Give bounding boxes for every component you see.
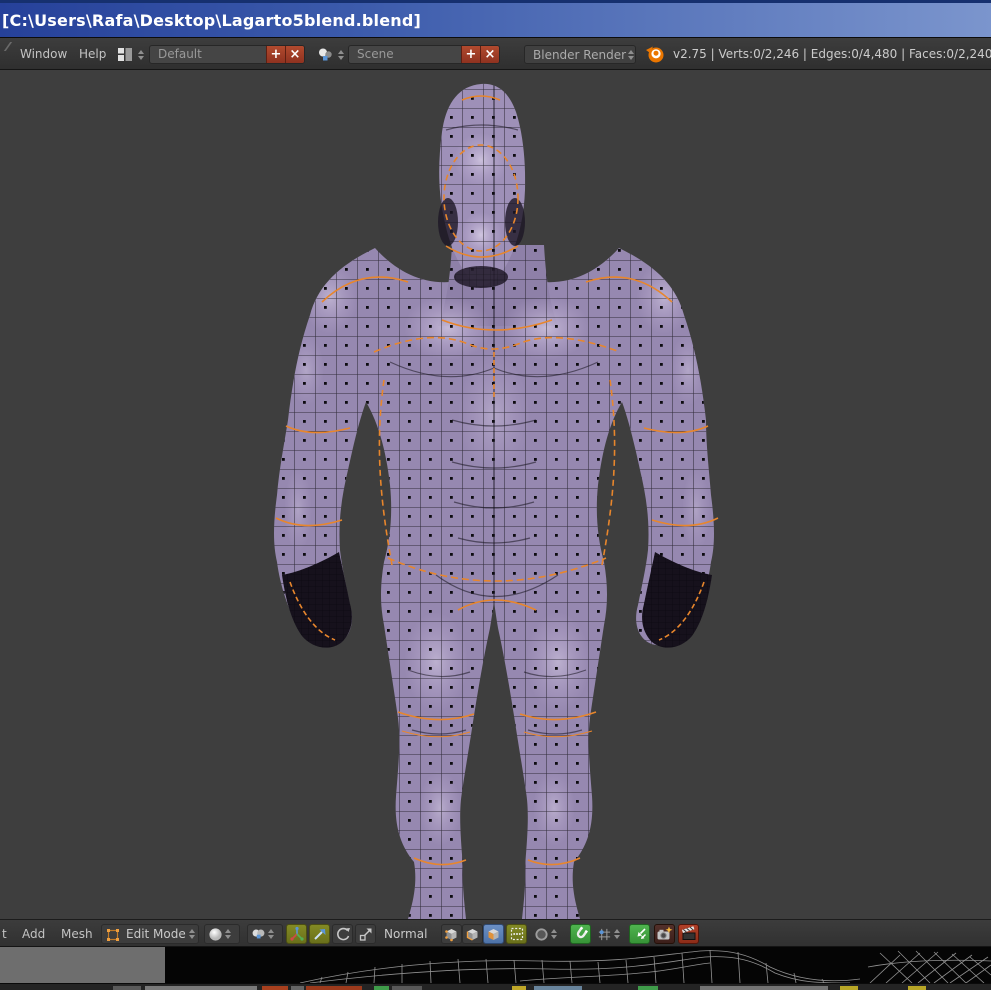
mode-select[interactable]: Edit Mode: [101, 924, 199, 944]
pivot-point-select[interactable]: [247, 924, 283, 944]
magnet-icon: [573, 926, 589, 942]
mesh-wireframe: [250, 70, 740, 919]
shading-select-arrows: [225, 929, 231, 939]
scale-manipulator-button[interactable]: [355, 924, 376, 944]
info-header: Window Help Default + × Scene +: [0, 38, 991, 70]
mode-select-arrows: [189, 929, 195, 939]
scale-icon: [358, 926, 374, 942]
blender-logo: [644, 44, 666, 68]
limit-selection-visible-icon: [509, 926, 525, 942]
opengl-render-button[interactable]: [654, 924, 675, 944]
viewport-3d[interactable]: [0, 70, 991, 919]
layout-name-value: Default: [150, 46, 266, 63]
edit-mode-icon: [105, 926, 121, 942]
plus-icon: +: [466, 47, 477, 62]
blender-window: [C:\Users\Rafa\Desktop\Lagarto5blend.ble…: [0, 0, 991, 990]
pivot-median-icon: [251, 927, 266, 942]
menu-window[interactable]: Window: [20, 47, 67, 61]
camera-icon: [656, 926, 673, 942]
layout-add-button[interactable]: +: [266, 46, 285, 63]
menu-help[interactable]: Help: [79, 47, 106, 61]
viewport-shading-select[interactable]: [204, 924, 240, 944]
occlude-geometry-button[interactable]: [506, 924, 527, 944]
orientation-value: Normal: [384, 927, 442, 941]
snap-align-button[interactable]: [629, 924, 650, 944]
clipped-header-sliver: [0, 983, 991, 990]
vertex-select-icon: [444, 927, 459, 942]
scene-name-value: Scene: [349, 46, 461, 63]
scene-delete-button[interactable]: ×: [480, 46, 499, 63]
snap-element-arrows: [614, 929, 620, 939]
proportional-select-arrows: [551, 929, 557, 939]
translate-arrow-icon: [312, 926, 328, 942]
screen-layout-icon: [117, 47, 134, 62]
face-select-icon: [486, 927, 501, 942]
layout-delete-button[interactable]: ×: [285, 46, 304, 63]
mode-value: Edit Mode: [126, 927, 187, 941]
scene-browse-button[interactable]: [317, 45, 344, 64]
close-icon: ×: [290, 47, 301, 62]
snap-element-select[interactable]: [593, 924, 625, 944]
viewport-header: t Add Mesh Edit Mode: [0, 919, 991, 947]
pivot-select-arrows: [268, 929, 274, 939]
clapperboard-icon: [681, 926, 697, 942]
proportional-edit-select[interactable]: [530, 924, 562, 944]
window-title: [C:\Users\Rafa\Desktop\Lagarto5blend.ble…: [0, 11, 421, 30]
layout-stepper-arrows[interactable]: [138, 50, 144, 60]
vertex-select-mode-button[interactable]: [441, 924, 462, 944]
translate-manipulator-button[interactable]: [309, 924, 330, 944]
manipulator-toggle-button[interactable]: [286, 924, 307, 944]
render-engine-value: Blender Render: [533, 48, 626, 62]
snap-toggle-button[interactable]: [570, 924, 591, 944]
opengl-render-anim-button[interactable]: [678, 924, 699, 944]
shading-solid-icon: [208, 927, 223, 942]
layout-name-field[interactable]: Default + ×: [149, 45, 305, 64]
menu-select-clipped[interactable]: t: [2, 927, 7, 941]
screen-layout-button[interactable]: [117, 45, 144, 64]
scene-add-button[interactable]: +: [461, 46, 480, 63]
plus-icon: +: [271, 47, 282, 62]
face-select-mode-button[interactable]: [483, 924, 504, 944]
scene-stepper-arrows[interactable]: [338, 50, 344, 60]
window-titlebar[interactable]: [C:\Users\Rafa\Desktop\Lagarto5blend.ble…: [0, 0, 991, 38]
scene-statistics: v2.75 | Verts:0/2,246 | Edges:0/4,480 | …: [673, 47, 991, 61]
rotate-arc-icon: [335, 926, 351, 942]
edge-select-mode-button[interactable]: [462, 924, 483, 944]
close-icon: ×: [485, 47, 496, 62]
scene-name-field[interactable]: Scene + ×: [348, 45, 500, 64]
manipulator-axes-icon: [289, 926, 305, 942]
converge-arrows-icon: [632, 926, 648, 942]
bottom-wireframe: [0, 947, 991, 983]
rotate-manipulator-button[interactable]: [332, 924, 353, 944]
render-engine-select[interactable]: Blender Render: [524, 45, 636, 64]
bottom-editor-strip[interactable]: [0, 947, 991, 983]
edge-select-icon: [465, 927, 480, 942]
menu-add[interactable]: Add: [22, 927, 45, 941]
mesh-figure: [0, 70, 991, 919]
scene-icon: [317, 47, 334, 62]
snap-increment-icon: [597, 927, 612, 942]
proportional-edit-icon: [534, 927, 549, 942]
menu-mesh[interactable]: Mesh: [61, 927, 93, 941]
editor-type-icon-fragment: [0, 42, 12, 51]
engine-select-arrows: [628, 50, 634, 60]
